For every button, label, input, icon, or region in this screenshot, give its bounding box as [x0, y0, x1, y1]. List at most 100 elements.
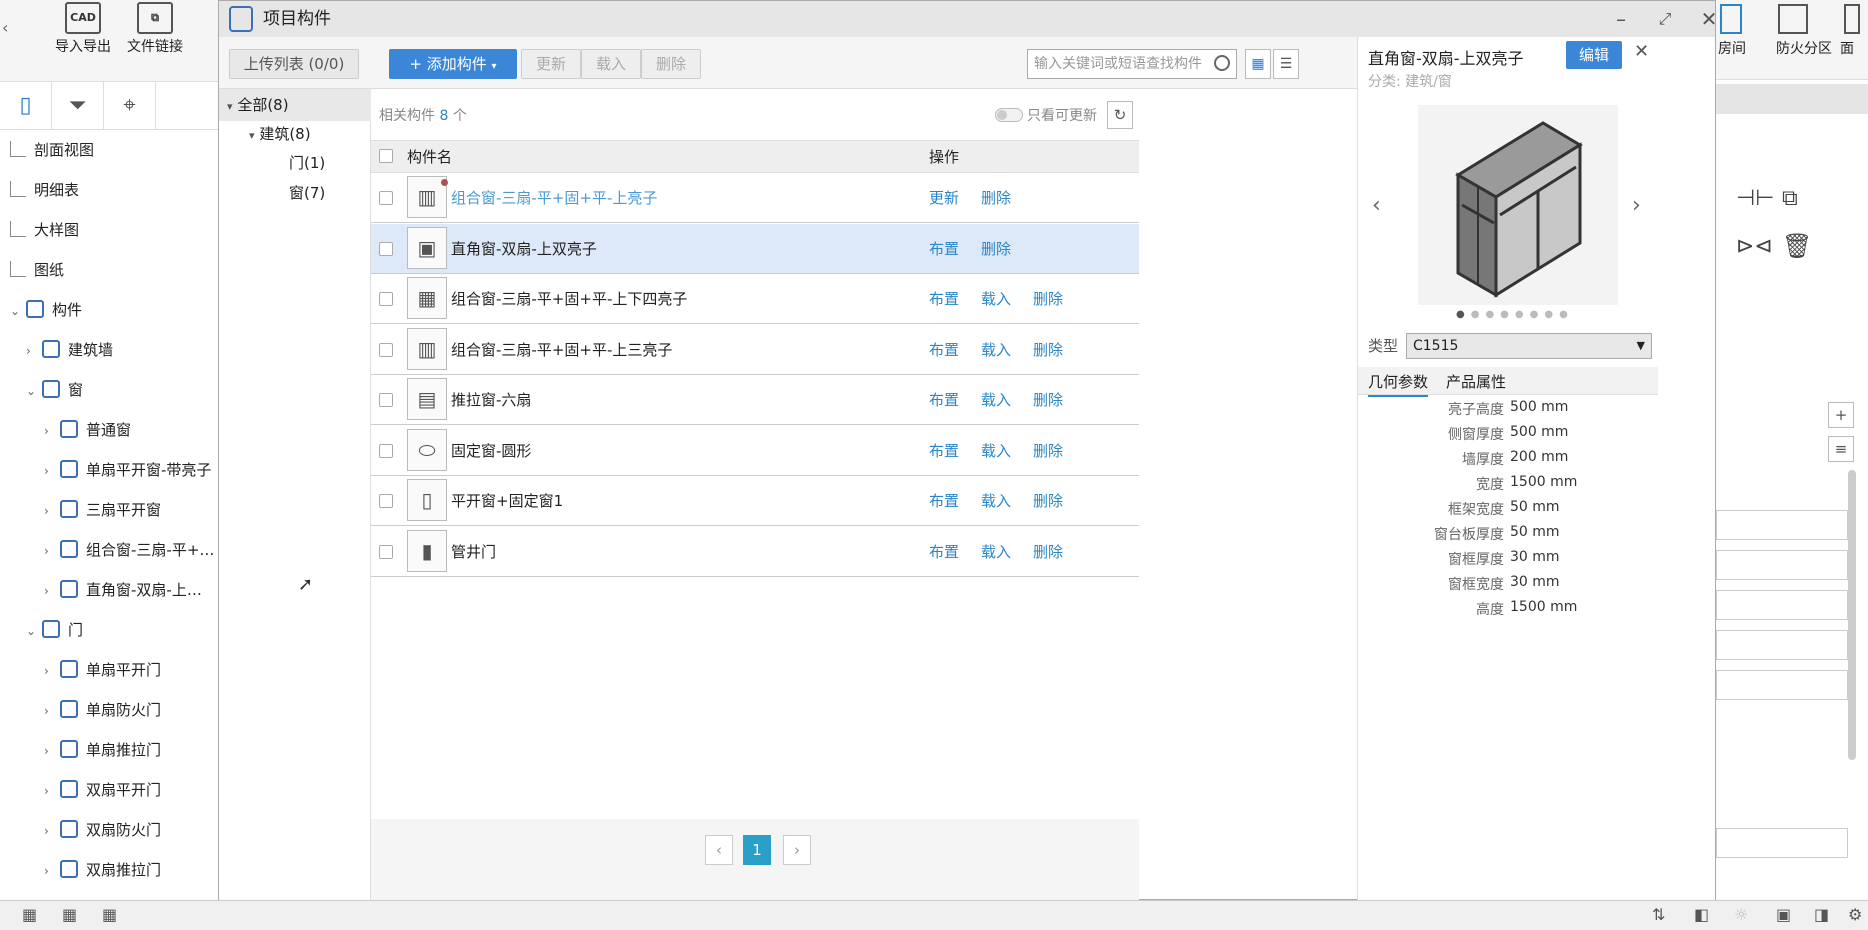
update-button[interactable]: 更新 — [521, 49, 581, 79]
tree-item[interactable]: › 组合窗-三扇-平+… — [44, 530, 214, 570]
select-all-checkbox[interactable] — [379, 149, 393, 163]
row-checkbox[interactable] — [379, 241, 393, 256]
align-icon[interactable]: ⊣⊢ — [1736, 186, 1774, 211]
tree-item[interactable]: › 普通窗 — [44, 410, 131, 450]
row-action-3[interactable]: 删除 — [1033, 476, 1063, 526]
chevron-right-icon[interactable]: › — [44, 491, 60, 531]
room-label[interactable]: 房间 — [1718, 38, 1746, 58]
close-icon[interactable]: ✕ — [1689, 1, 1729, 37]
image-dots[interactable]: ●●●●●●●● — [1456, 309, 1574, 320]
prop-dropdown-3[interactable] — [1716, 590, 1848, 620]
next-page-icon[interactable]: › — [783, 835, 811, 865]
face-icon[interactable] — [1844, 4, 1860, 34]
tree-item[interactable]: › 单扇平开窗-带亮子 — [44, 450, 211, 490]
settings-icon[interactable]: ≡ — [1828, 436, 1854, 462]
table-row[interactable]: ▦ 组合窗-三扇-平+固+平-上下四亮子 布置 载入 删除 — [371, 274, 1139, 324]
view-icon[interactable]: ▣ — [1776, 905, 1791, 924]
row-action-3[interactable]: 删除 — [1033, 527, 1063, 577]
param-value[interactable]: 500 mm — [1510, 399, 1568, 415]
table-row[interactable]: ▥ 组合窗-三扇-平+固+平-上亮子 更新 删除 — [371, 173, 1139, 223]
row-action-3[interactable]: 删除 — [1033, 325, 1063, 375]
row-action-3[interactable]: 删除 — [1033, 274, 1063, 324]
row-action-1[interactable]: 布置 — [929, 325, 959, 375]
grid-view-icon[interactable]: ▦ — [1245, 49, 1271, 79]
chevron-right-icon[interactable]: › — [44, 771, 60, 811]
edit-button[interactable]: 编辑 — [1566, 41, 1622, 69]
param-value[interactable]: 1500 mm — [1510, 474, 1577, 490]
row-checkbox[interactable] — [379, 342, 393, 357]
file-link-button[interactable]: ⧉ 文件链接 — [120, 2, 190, 56]
copy-icon[interactable]: ⧉ — [1782, 186, 1798, 211]
search-input[interactable]: 输入关键词或短语查找构件 — [1027, 49, 1237, 79]
row-action-2[interactable]: 载入 — [981, 274, 1011, 324]
chevron-down-icon[interactable]: ⌄ — [26, 611, 42, 651]
chevron-right-icon[interactable]: › — [44, 691, 60, 731]
row-action-1[interactable]: 布置 — [929, 375, 959, 425]
maximize-icon[interactable]: ⤢ — [1645, 1, 1685, 37]
param-value[interactable]: 50 mm — [1510, 499, 1560, 515]
row-action-3[interactable]: 删除 — [1033, 426, 1063, 476]
row-checkbox[interactable] — [379, 393, 393, 407]
only-updatable-toggle[interactable] — [995, 108, 1023, 122]
mirror-icon[interactable]: ⊳⊲ — [1736, 234, 1773, 259]
param-value[interactable]: 200 mm — [1510, 449, 1568, 465]
tree-item[interactable]: ⌄ 门 — [26, 610, 83, 650]
table-row[interactable]: ▣ 直角窗-双扇-上双亮子 布置 删除 — [371, 223, 1139, 274]
add-icon[interactable]: + — [1828, 402, 1854, 428]
row-checkbox[interactable] — [379, 292, 393, 306]
bulb-icon[interactable]: ☼ — [1734, 905, 1748, 924]
tree-item[interactable]: 剖面视图 — [10, 130, 94, 170]
row-action-1[interactable]: 更新 — [929, 173, 959, 223]
settings-icon[interactable]: ⚙ — [1848, 905, 1862, 924]
cube-icon[interactable]: ◧ — [1694, 905, 1709, 924]
row-checkbox[interactable] — [379, 443, 393, 458]
tree-item[interactable]: › 单扇防火门 — [44, 690, 161, 730]
list-view-icon[interactable]: ☰ — [1273, 49, 1299, 79]
tree-item[interactable]: › 直角窗-双扇-上… — [44, 570, 202, 610]
load-button[interactable]: 载入 — [581, 49, 641, 79]
layout-icon-1[interactable]: ▦ — [22, 905, 37, 924]
tree-item[interactable]: 大样图 — [10, 210, 79, 250]
tree-item[interactable]: › 双扇推拉门 — [44, 850, 161, 890]
table-row[interactable]: ⬭ 固定窗-圆形 布置 载入 删除 — [371, 425, 1139, 476]
fire-zone-label[interactable]: 防火分区 — [1776, 38, 1832, 58]
param-value[interactable]: 50 mm — [1510, 524, 1560, 540]
row-action-2[interactable]: 删除 — [981, 224, 1011, 274]
page-1-button[interactable]: 1 — [743, 835, 771, 865]
add-component-button[interactable]: + 添加构件 ▾ — [389, 49, 517, 79]
prop-field-2[interactable] — [1716, 550, 1848, 580]
tree-item[interactable]: 图纸 — [10, 250, 64, 290]
row-action-2[interactable]: 载入 — [981, 476, 1011, 526]
table-row[interactable]: ▮ 管井门 布置 载入 删除 — [371, 526, 1139, 577]
row-action-1[interactable]: 布置 — [929, 527, 959, 577]
minimize-icon[interactable]: – — [1601, 1, 1641, 37]
tab-geometry[interactable]: 几何参数 — [1368, 371, 1429, 397]
row-checkbox[interactable] — [379, 191, 393, 205]
prev-image-icon[interactable]: ‹ — [1372, 193, 1381, 218]
prop-dropdown-1[interactable] — [1716, 510, 1848, 540]
row-checkbox[interactable] — [379, 494, 393, 508]
filter-icon[interactable]: ⏷ — [52, 82, 104, 130]
trash-icon[interactable]: 🗑 — [1782, 232, 1812, 260]
prop-dropdown-4[interactable] — [1716, 630, 1848, 660]
param-value[interactable]: 30 mm — [1510, 549, 1560, 565]
param-value[interactable]: 500 mm — [1510, 424, 1568, 440]
prop-dropdown-6[interactable] — [1716, 828, 1848, 858]
row-action-1[interactable]: 布置 — [929, 426, 959, 476]
chevron-down-icon[interactable]: ⌄ — [10, 291, 26, 331]
chevron-right-icon[interactable]: › — [26, 331, 42, 371]
param-value[interactable]: 1500 mm — [1510, 599, 1577, 615]
search-icon[interactable] — [1214, 55, 1230, 71]
table-row[interactable]: ▥ 组合窗-三扇-平+固+平-上三亮子 布置 载入 删除 — [371, 324, 1139, 375]
tree-item[interactable]: › 双扇防火门 — [44, 810, 161, 850]
prev-page-icon[interactable]: ‹ — [705, 835, 733, 865]
chevron-right-icon[interactable]: › — [44, 571, 60, 611]
layout-icon-3[interactable]: ▦ — [102, 905, 117, 924]
chevron-right-icon[interactable]: › — [44, 651, 60, 691]
table-row[interactable]: ▤ 推拉窗-六扇 布置 载入 删除 — [371, 375, 1139, 425]
row-action-2[interactable]: 载入 — [981, 375, 1011, 425]
tree-item[interactable]: 明细表 — [10, 170, 79, 210]
type-select[interactable]: C1515 ▼ — [1406, 333, 1652, 359]
locate-icon[interactable]: ⌖ — [104, 82, 156, 130]
tree-item[interactable]: ⌄ 构件 — [10, 290, 82, 330]
